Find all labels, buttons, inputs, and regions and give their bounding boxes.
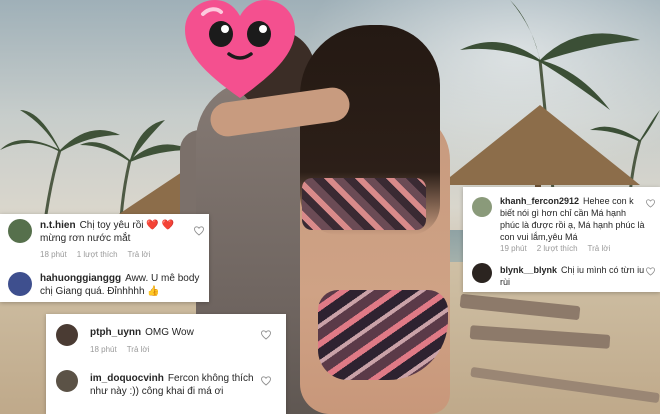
heart-outline-icon[interactable] xyxy=(261,376,271,386)
heart-outline-icon[interactable] xyxy=(646,199,655,208)
reply-link[interactable]: Trả lời xyxy=(127,345,150,354)
comment-username[interactable]: blynk__blynk xyxy=(500,265,557,275)
comment-time: 19 phút xyxy=(500,244,527,253)
comment-username[interactable]: hahuonggianggg xyxy=(40,273,121,284)
thatched-hut-right xyxy=(440,105,640,185)
avatar[interactable] xyxy=(8,272,32,296)
comment-item: n.t.hien Chị toy yêu rồi ❤️ ❤️ mừng rơn n… xyxy=(0,214,209,259)
comment-item: blynk__blynk Chị iu mình có từn iu rùi xyxy=(463,257,660,292)
comment-time: 18 phút xyxy=(90,345,117,354)
comment-likes[interactable]: 1 lượt thích xyxy=(77,250,118,259)
bikini-top xyxy=(302,178,426,230)
avatar[interactable] xyxy=(8,219,32,243)
comment-username[interactable]: ptph_uynn xyxy=(90,327,141,338)
comment-time: 18 phút xyxy=(40,250,67,259)
comment-username[interactable]: n.t.hien xyxy=(40,220,76,231)
heart-outline-icon[interactable] xyxy=(261,330,271,340)
avatar[interactable] xyxy=(56,324,78,346)
comment-username[interactable]: khanh_fercon2912 xyxy=(500,196,579,206)
heart-outline-icon[interactable] xyxy=(194,226,204,236)
comment-card-bottom: ptph_uynn OMG Wow 18 phút Trả lời im_doquo… xyxy=(46,314,286,414)
comment-item: hahuonggianggg Aww. U mê body chị Giang q… xyxy=(0,264,209,302)
comment-card-left: n.t.hien Chị toy yêu rồi ❤️ ❤️ mừng rơn n… xyxy=(0,214,209,302)
avatar[interactable] xyxy=(56,370,78,392)
reply-link[interactable]: Trả lời xyxy=(588,244,611,253)
comment-likes[interactable]: 2 lượt thích xyxy=(537,244,578,253)
comment-username[interactable]: im_doquocvinh xyxy=(90,373,164,384)
comment-text: OMG Wow xyxy=(145,327,194,338)
comment-item: im_doquocvinh Fercon không thích như này … xyxy=(46,364,286,414)
smiling-heart-sticker-icon xyxy=(185,0,295,98)
comment-item: ptph_uynn OMG Wow 18 phút Trả lời xyxy=(46,314,286,358)
comment-item: khanh_fercon2912 Hehee con k biết nói gì … xyxy=(463,187,660,253)
comment-card-right: khanh_fercon2912 Hehee con k biết nói gì … xyxy=(463,187,660,292)
avatar[interactable] xyxy=(472,197,492,217)
avatar[interactable] xyxy=(472,263,492,283)
reply-link[interactable]: Trả lời xyxy=(128,250,151,259)
heart-outline-icon[interactable] xyxy=(646,267,655,276)
